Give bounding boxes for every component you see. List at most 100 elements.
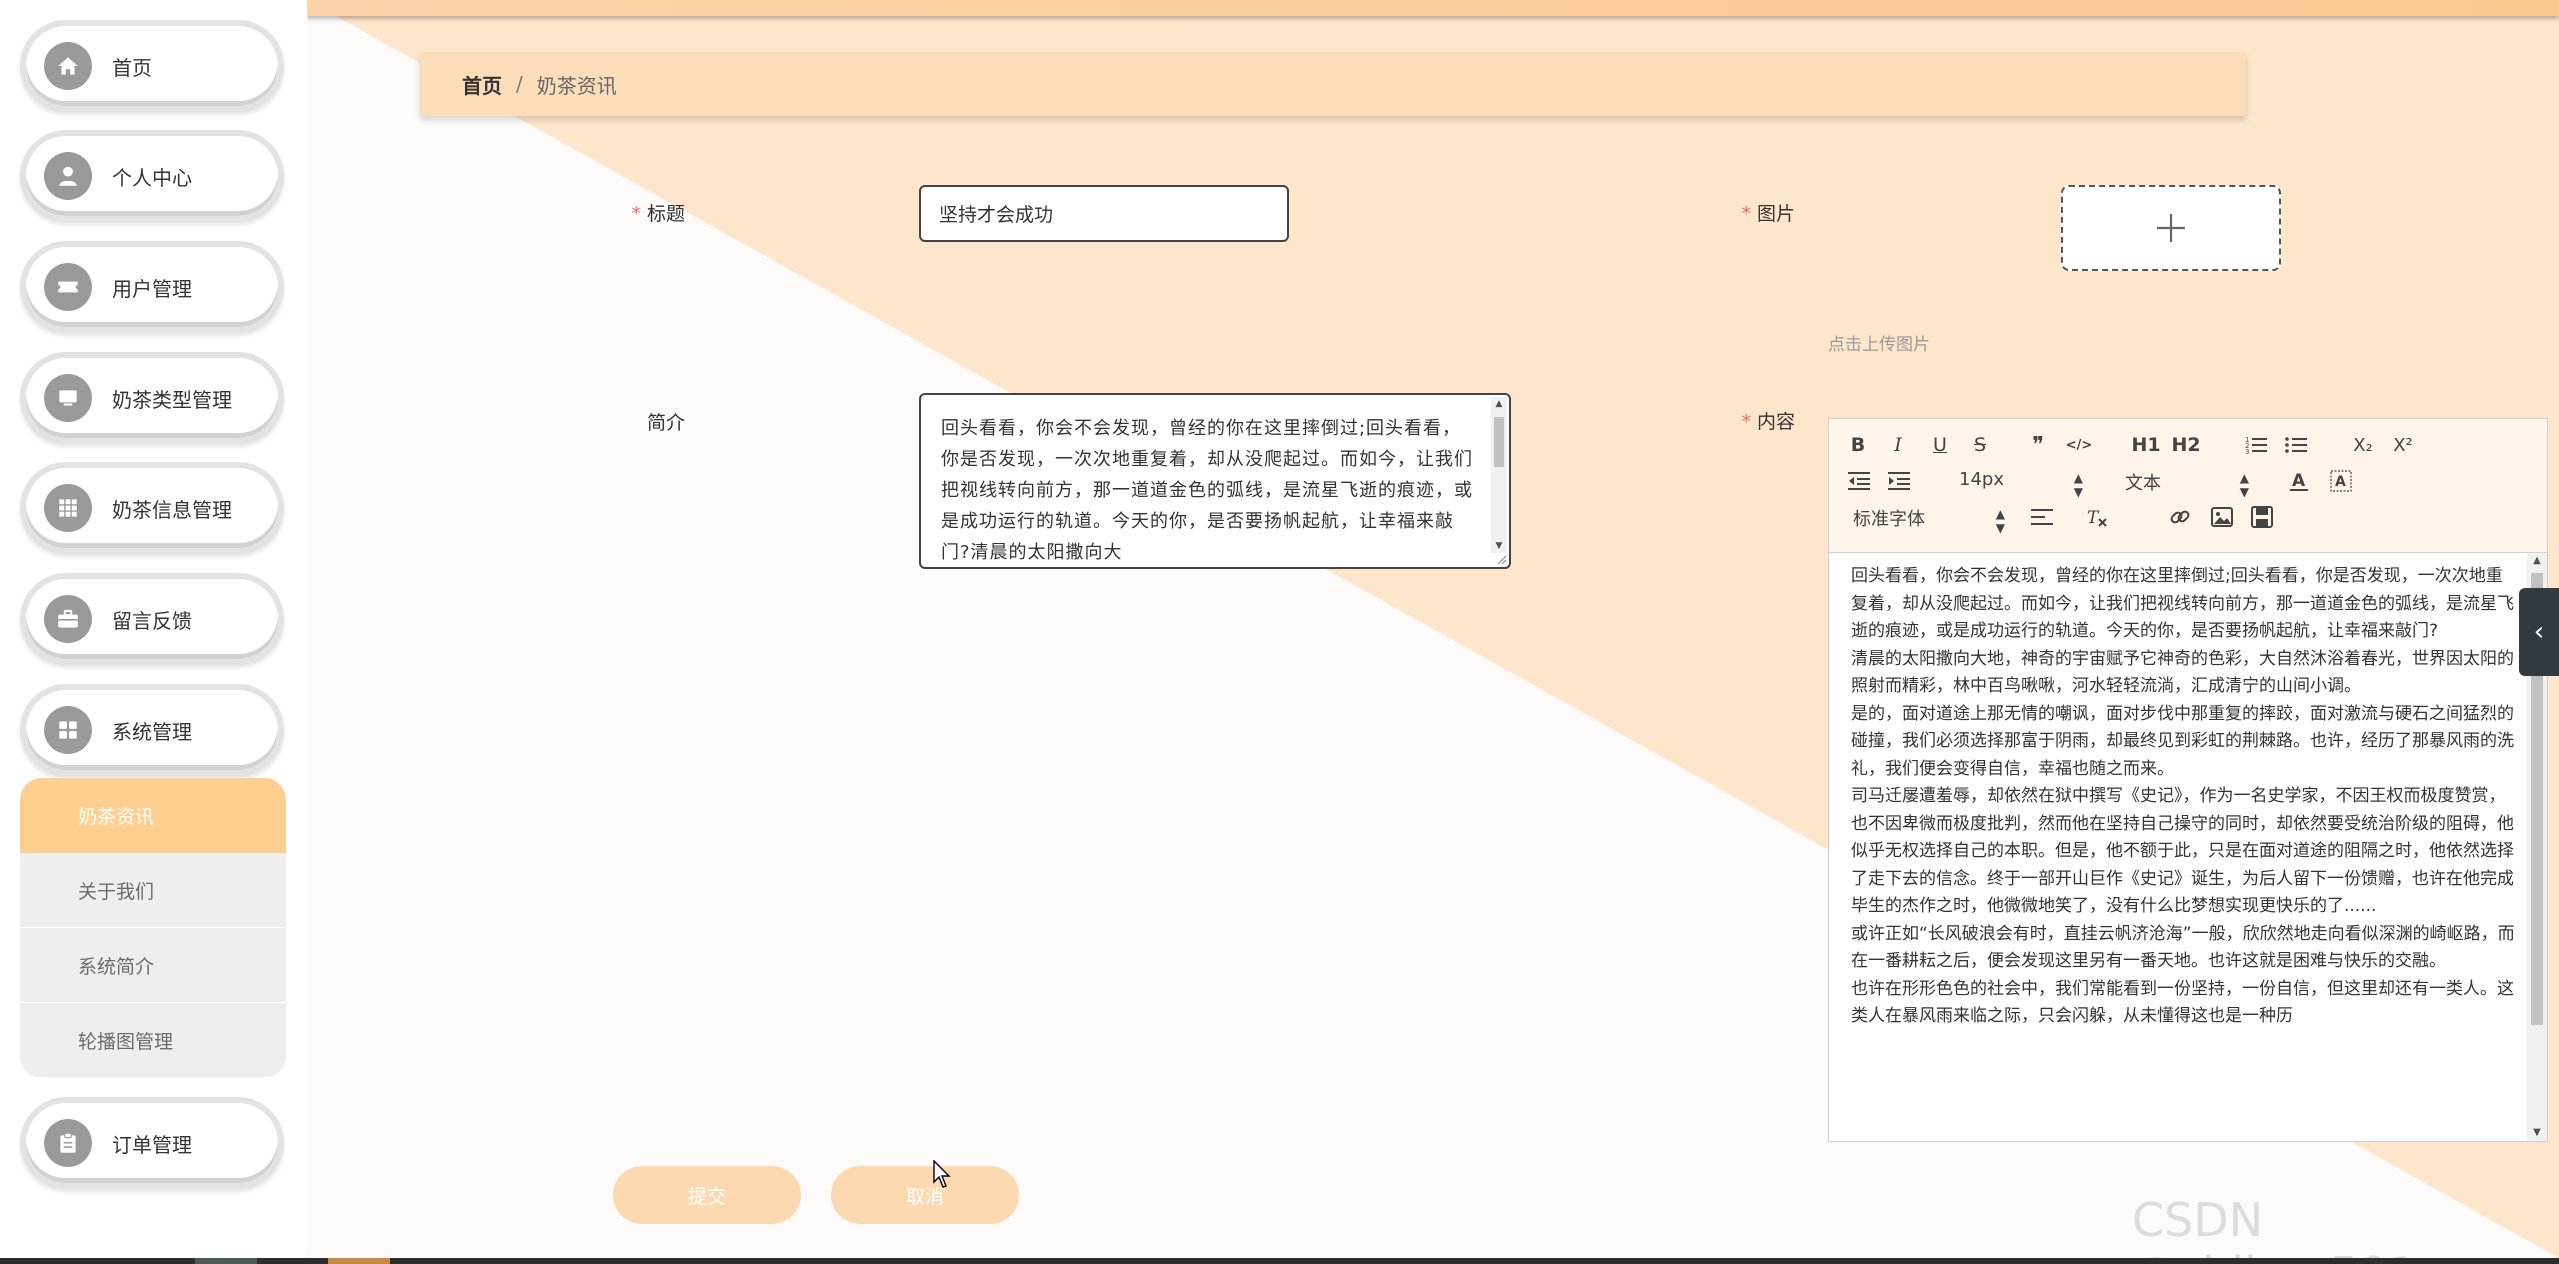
italic-button[interactable]: I <box>1887 433 1909 457</box>
ordered-list-icon: 123 <box>2245 436 2267 455</box>
scroll-up-arrow-icon[interactable]: ▲ <box>2527 553 2547 569</box>
select-caret-icon: ▲ ▼ <box>1995 507 2005 535</box>
breadcrumb-separator: / <box>516 72 523 96</box>
editor-paragraph: 司马迁屡遭羞辱，却依然在狱中撰写《史记》，作为一名史学家，不因王权而极度赞赏，也… <box>1851 786 2514 916</box>
link-button[interactable] <box>2167 505 2193 529</box>
sidebar: 首页 个人中心 用户管理 奶茶类型管理 奶茶信息管理 留言反馈 系统管理 奶茶资… <box>0 0 307 1264</box>
font-color-icon: A <box>2290 471 2308 491</box>
blockquote-button[interactable]: ❞ <box>2025 433 2051 458</box>
image-label-text: 图片 <box>1756 203 1795 225</box>
svg-text:T: T <box>2087 508 2100 528</box>
sidebar-item-label: 个人中心 <box>112 165 192 190</box>
cancel-button[interactable]: 取消 <box>831 1166 1019 1224</box>
editor-paragraph: 回头看看，你会不会发现，曾经的你在这里摔倒过;回头看看，你是否发现，一次次地重复… <box>1851 566 2514 641</box>
video-button[interactable] <box>2249 505 2275 529</box>
font-family-select[interactable]: 标准字体 ▲ ▼ <box>1853 505 2005 535</box>
submenu-item-carousel[interactable]: 轮播图管理 <box>20 1003 286 1078</box>
font-size-value: 14px <box>1959 469 2004 490</box>
background-color-button[interactable]: A <box>2329 469 2353 493</box>
image-label: * 图片 <box>1575 199 1795 226</box>
svg-text:3: 3 <box>2245 448 2249 455</box>
heading1-button[interactable]: H1 <box>2131 433 2161 457</box>
sidebar-item-label: 订单管理 <box>112 1132 192 1157</box>
side-panel-toggle[interactable]: ‹ <box>2519 588 2559 676</box>
font-color-button[interactable]: A <box>2287 469 2311 493</box>
clear-format-button[interactable]: T <box>2085 505 2111 529</box>
sidebar-item-users[interactable]: 用户管理 <box>20 241 284 333</box>
grid-icon <box>44 484 92 532</box>
image-upload-button[interactable] <box>2061 185 2281 271</box>
scroll-thumb[interactable] <box>1494 417 1504 467</box>
submit-button[interactable]: 提交 <box>613 1166 801 1224</box>
editor-paragraph: 是的，面对道途上那无情的嘲讽，面对步伐中那重复的摔跤，面对激流与硬石之间猛烈的碰… <box>1851 703 2514 779</box>
sidebar-item-label: 奶茶类型管理 <box>112 387 232 412</box>
bullet-list-icon <box>2285 437 2307 453</box>
ticket-icon <box>44 263 92 311</box>
select-caret-icon: ▲ ▼ <box>2073 471 2083 499</box>
summary-text: 回头看看，你会不会发现，曾经的你在这里摔倒过;回头看看，你是否发现，一次次地重复… <box>941 418 1473 563</box>
superscript-button[interactable]: X² <box>2389 433 2417 457</box>
upload-hint: 点击上传图片 <box>1828 335 1930 355</box>
editor-paragraph: 或许正如“长风破浪会有时，直挂云帆济沧海”一般，欣欣然地走向看似深渊的崎岖路，而… <box>1851 923 2515 972</box>
content-label-text: 内容 <box>1756 411 1795 433</box>
taskbar-segment <box>195 1258 257 1264</box>
submenu-item-about-us[interactable]: 关于我们 <box>20 853 286 928</box>
scroll-down-arrow-icon[interactable]: ▼ <box>2527 1125 2547 1141</box>
clear-format-icon: T <box>2087 508 2107 528</box>
breadcrumb-current: 奶茶资讯 <box>536 73 617 98</box>
user-icon <box>44 152 92 200</box>
submenu-item-tea-news[interactable]: 奶茶资讯 <box>20 778 286 853</box>
summary-scrollbar[interactable]: ▲ ▼ <box>1491 397 1507 553</box>
bullet-list-button[interactable] <box>2283 433 2309 457</box>
breadcrumb-home-link[interactable]: 首页 <box>462 70 502 99</box>
watermark: CSDN @zhihao501 <box>2132 1193 2417 1258</box>
underline-button[interactable]: U <box>1929 433 1951 457</box>
sidebar-item-label: 留言反馈 <box>112 608 192 633</box>
sidebar-item-label: 系统管理 <box>112 719 192 744</box>
indent-button[interactable] <box>1887 469 1911 493</box>
scroll-up-arrow-icon[interactable]: ▲ <box>1491 397 1507 411</box>
sidebar-item-label: 用户管理 <box>112 276 192 301</box>
outdent-icon <box>1848 472 1870 490</box>
font-size-select[interactable]: 14px ▲ ▼ <box>1959 469 2083 499</box>
svg-text:A: A <box>2292 471 2306 491</box>
subscript-button[interactable]: X₂ <box>2349 433 2377 457</box>
sidebar-item-orders[interactable]: 订单管理 <box>20 1097 284 1189</box>
align-button[interactable] <box>2029 505 2055 529</box>
home-icon <box>44 42 92 90</box>
title-input[interactable] <box>919 185 1289 242</box>
summary-textarea[interactable]: 回头看看，你会不会发现，曾经的你在这里摔倒过;回头看看，你是否发现，一次次地重复… <box>919 393 1511 569</box>
font-family-value: 标准字体 <box>1853 509 1925 530</box>
summary-label-text: 简介 <box>646 412 685 434</box>
image-button[interactable] <box>2209 505 2235 529</box>
submenu-item-system-intro[interactable]: 系统简介 <box>20 928 286 1003</box>
header-select[interactable]: 文本 ▲ ▼ <box>2125 469 2249 499</box>
header-value: 文本 <box>2125 473 2161 494</box>
taskbar-strip <box>0 1258 2559 1264</box>
title-label-text: 标题 <box>646 203 685 225</box>
required-mark: * <box>631 203 641 225</box>
select-caret-icon: ▲ ▼ <box>2239 471 2249 499</box>
apps-icon <box>44 706 92 754</box>
strike-button[interactable]: S <box>1969 433 1991 457</box>
resize-grip-icon[interactable] <box>1495 553 1507 565</box>
sidebar-item-profile[interactable]: 个人中心 <box>20 130 284 222</box>
sidebar-item-label: 首页 <box>112 55 152 80</box>
sidebar-item-tea-info[interactable]: 奶茶信息管理 <box>20 462 284 554</box>
plus-icon <box>2157 214 2185 242</box>
sidebar-item-system[interactable]: 系统管理 <box>20 684 284 776</box>
editor-content-area[interactable]: 回头看看，你会不会发现，曾经的你在这里摔倒过;回头看看，你是否发现，一次次地重复… <box>1829 553 2525 1141</box>
scroll-down-arrow-icon[interactable]: ▼ <box>1491 539 1507 553</box>
code-block-button[interactable]: </> <box>2065 433 2093 457</box>
top-header-strip <box>307 0 2559 16</box>
editor-paragraph: 清晨的太阳撒向大地，神奇的宇宙赋予它神奇的色彩，大自然沐浴着春光，世界因太阳的照… <box>1851 648 2514 697</box>
heading2-button[interactable]: H2 <box>2171 433 2201 457</box>
bold-button[interactable]: B <box>1847 433 1869 457</box>
editor-paragraph: 也许在形形色色的社会中，我们常能看到一份坚持，一份自信，但这里却还有一类人。这类… <box>1851 978 2514 1027</box>
ordered-list-button[interactable]: 123 <box>2243 433 2269 457</box>
svg-text:A: A <box>2335 474 2346 490</box>
sidebar-item-feedback[interactable]: 留言反馈 <box>20 573 284 665</box>
sidebar-item-home[interactable]: 首页 <box>20 20 284 112</box>
outdent-button[interactable] <box>1847 469 1871 493</box>
sidebar-item-tea-types[interactable]: 奶茶类型管理 <box>20 352 284 444</box>
